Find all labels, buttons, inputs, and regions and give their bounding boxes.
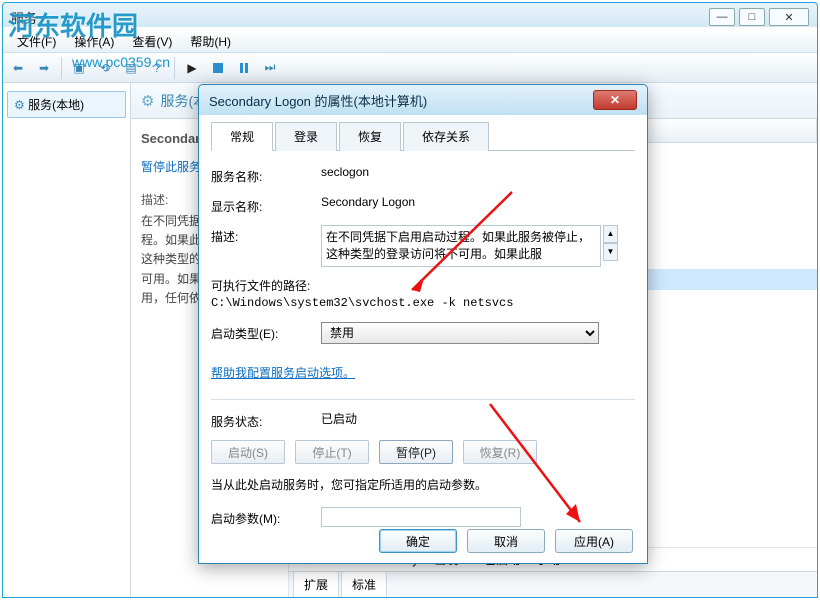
help-link[interactable]: 帮助我配置服务启动选项。 (211, 364, 355, 381)
scroll-up-icon[interactable]: ▲ (603, 225, 618, 243)
stop-icon[interactable] (207, 57, 229, 79)
dialog-titlebar: Secondary Logon 的属性(本地计算机) ✕ (199, 85, 647, 115)
ok-button[interactable]: 确定 (379, 529, 457, 553)
pause-button[interactable]: 暂停(P) (379, 440, 453, 464)
close-button[interactable]: ✕ (769, 8, 809, 26)
description-label: 描述: (211, 225, 321, 245)
service-name-value: seclogon (321, 165, 635, 179)
exe-path-label: 可执行文件的路径: (211, 277, 635, 294)
dialog-close-button[interactable]: ✕ (593, 90, 637, 110)
scroll-down-icon[interactable]: ▼ (603, 243, 618, 261)
tab-logon[interactable]: 登录 (275, 122, 337, 151)
tab-extended[interactable]: 扩展 (293, 571, 339, 597)
stop-button[interactable]: 停止(T) (295, 440, 369, 464)
restart-icon[interactable]: ⏭ (259, 57, 281, 79)
maximize-button[interactable]: □ (739, 8, 765, 26)
dialog-title: Secondary Logon 的属性(本地计算机) (209, 91, 593, 110)
separator (61, 57, 62, 79)
divider (211, 399, 635, 400)
nav-tree: ⚙ 服务(本地) (3, 83, 131, 597)
startup-type-label: 启动类型(E): (211, 322, 321, 342)
separator (174, 57, 175, 79)
start-params-input[interactable] (321, 507, 521, 527)
tab-general[interactable]: 常规 (211, 122, 273, 151)
minimize-button[interactable]: — (709, 8, 735, 26)
startup-type-select[interactable]: 禁用 (321, 322, 599, 344)
service-status-label: 服务状态: (211, 410, 321, 430)
service-name-label: 服务名称: (211, 165, 321, 185)
view-tabs: 扩展 标准 (289, 571, 817, 597)
forward-icon[interactable]: ➡ (33, 57, 55, 79)
watermark-url: www.pc0359.cn (72, 54, 170, 70)
gear-icon: ⚙ (141, 92, 154, 110)
exe-path-value: C:\Windows\system32\svchost.exe -k netsv… (211, 296, 635, 310)
description-textarea[interactable]: 在不同凭据下启用启动过程。如果此服务被停止，这种类型的登录访问将不可用。如果此服 (321, 225, 601, 267)
start-button[interactable]: 启动(S) (211, 440, 285, 464)
dialog-tabs: 常规 登录 恢复 依存关系 (211, 121, 635, 151)
resume-button[interactable]: 恢复(R) (463, 440, 537, 464)
cancel-button[interactable]: 取消 (467, 529, 545, 553)
menu-help[interactable]: 帮助(H) (182, 31, 239, 52)
start-icon[interactable]: ▶ (181, 57, 203, 79)
display-name-value: Secondary Logon (321, 195, 635, 209)
nav-services-local[interactable]: ⚙ 服务(本地) (7, 91, 126, 118)
nav-item-label: 服务(本地) (28, 98, 84, 112)
service-status-value: 已启动 (321, 410, 635, 427)
tab-standard[interactable]: 标准 (341, 571, 387, 597)
gear-icon: ⚙ (14, 98, 25, 112)
back-icon[interactable]: ⬅ (7, 57, 29, 79)
apply-button[interactable]: 应用(A) (555, 529, 633, 553)
pause-icon[interactable] (233, 57, 255, 79)
tab-dependencies[interactable]: 依存关系 (403, 122, 489, 151)
tab-recovery[interactable]: 恢复 (339, 122, 401, 151)
start-params-label: 启动参数(M): (211, 507, 321, 527)
display-name-label: 显示名称: (211, 195, 321, 215)
properties-dialog: Secondary Logon 的属性(本地计算机) ✕ 常规 登录 恢复 依存… (198, 84, 648, 564)
start-params-note: 当从此处启动服务时，您可指定所适用的启动参数。 (211, 476, 635, 493)
watermark-logo: 河东软件园 (8, 6, 138, 43)
